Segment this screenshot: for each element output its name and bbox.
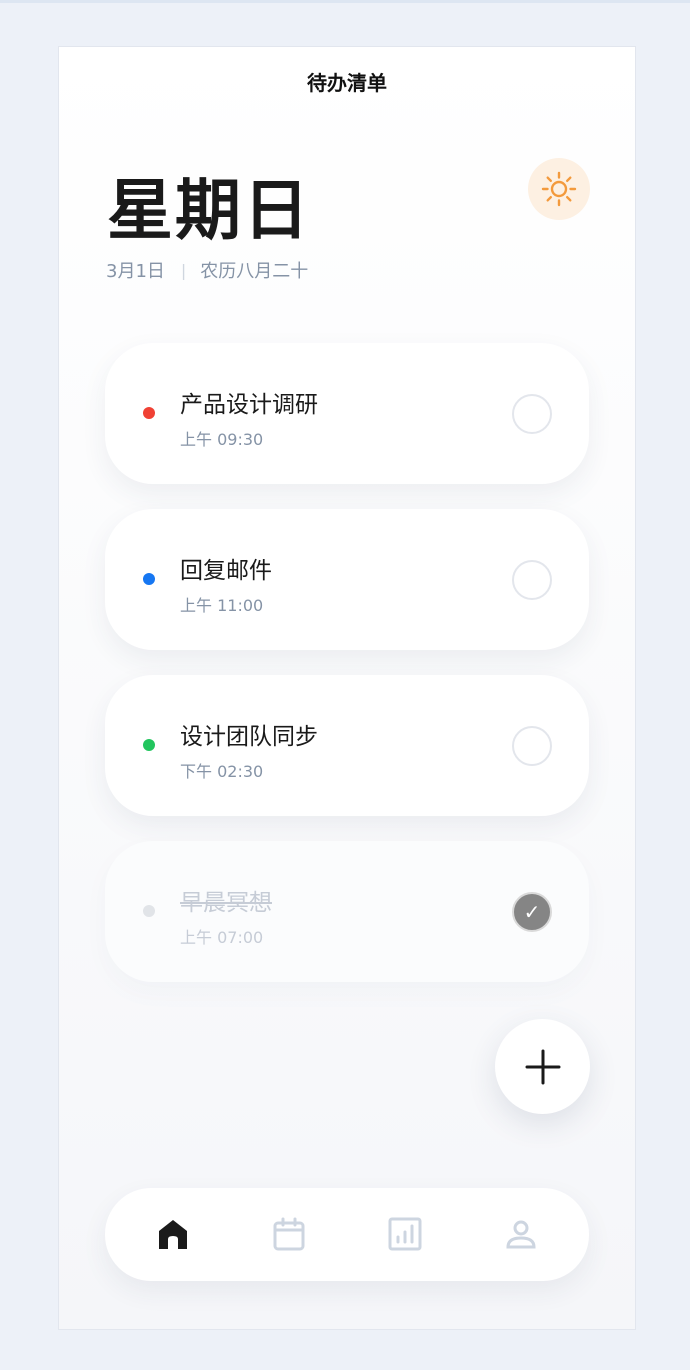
bar-chart-icon (388, 1217, 422, 1251)
home-icon (159, 1220, 187, 1249)
tab-calendar[interactable] (267, 1212, 311, 1256)
task-item[interactable]: 产品设计调研 上午 09:30 (105, 343, 589, 484)
task-time: 上午 11:00 (180, 596, 264, 615)
weekday-heading: 星期日 (107, 172, 311, 249)
add-task-button[interactable] (495, 1019, 590, 1114)
bottom-tab-bar (105, 1188, 589, 1281)
task-title: 设计团队同步 (180, 724, 318, 750)
plus-icon (525, 1049, 560, 1084)
date-separator: | (180, 260, 187, 280)
task-time: 上午 07:00 (180, 928, 264, 947)
lunar-date: 农历八月二十 (200, 261, 309, 282)
tab-home[interactable] (151, 1212, 195, 1256)
app-screen: 待办清单 星期日 3月1日 | 农历八月二十 产品设计调研 上午 09:30 回… (58, 46, 636, 1330)
task-title: 回复邮件 (180, 558, 272, 584)
task-item[interactable]: 设计团队同步 下午 02:30 (105, 675, 589, 816)
priority-dot (143, 739, 155, 751)
task-time: 下午 02:30 (180, 762, 264, 781)
solar-date: 3月1日 (106, 261, 165, 282)
task-title: 产品设计调研 (180, 392, 318, 418)
task-checkbox[interactable] (512, 560, 552, 600)
task-time: 上午 09:30 (180, 430, 264, 449)
date-row: 3月1日 | 农历八月二十 (106, 257, 308, 283)
task-checkbox-checked[interactable]: ✓ (512, 892, 552, 932)
user-icon (506, 1220, 536, 1249)
priority-dot (143, 407, 155, 419)
calendar-icon (273, 1217, 305, 1251)
task-checkbox[interactable] (512, 726, 552, 766)
page-title: 待办清单 (307, 71, 387, 95)
task-checkbox[interactable] (512, 394, 552, 434)
tab-stats[interactable] (383, 1212, 427, 1256)
task-item-completed[interactable]: 早晨冥想 上午 07:00 ✓ (105, 841, 589, 982)
theme-toggle-button[interactable] (528, 158, 590, 220)
task-title: 早晨冥想 (180, 890, 272, 916)
sun-icon (541, 171, 577, 207)
tab-profile[interactable] (499, 1212, 543, 1256)
task-item[interactable]: 回复邮件 上午 11:00 (105, 509, 589, 650)
priority-dot (143, 573, 155, 585)
priority-dot (143, 905, 155, 917)
